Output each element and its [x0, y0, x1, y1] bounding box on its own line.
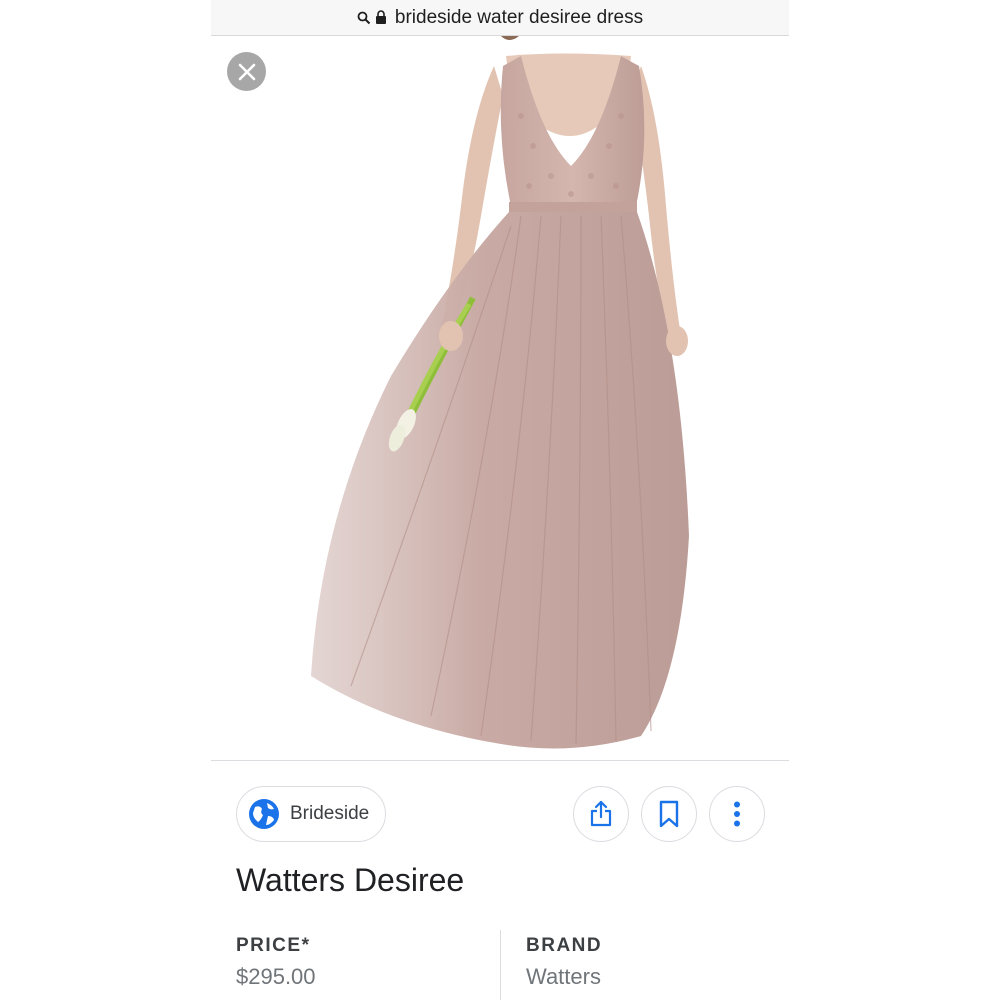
lock-icon [375, 10, 387, 25]
source-name: Brideside [290, 803, 370, 824]
close-button[interactable] [227, 52, 266, 91]
bookmark-icon [659, 800, 679, 828]
source-chip[interactable]: Brideside [236, 786, 387, 842]
close-icon [238, 63, 255, 80]
url-text: brideside water desiree dress [394, 6, 644, 28]
share-button[interactable] [573, 786, 629, 842]
search-icon [357, 11, 371, 25]
brand-value: Watters [526, 964, 601, 989]
product-title: Watters Desiree [236, 862, 465, 898]
address-bar[interactable]: brideside water desiree dress [211, 0, 789, 36]
more-options-button[interactable] [709, 786, 765, 842]
price-label: PRICE* [236, 935, 311, 956]
dress-photo [311, 36, 689, 749]
more-vertical-icon [734, 801, 740, 827]
brand-label: BRAND [526, 935, 603, 956]
product-image[interactable] [211, 36, 789, 761]
globe-icon [249, 799, 279, 829]
attribute-divider [500, 930, 501, 1000]
save-button[interactable] [641, 786, 697, 842]
google-image-result-panel: brideside water desiree dress Brideside … [211, 0, 789, 1000]
share-icon [590, 800, 612, 827]
price-value: $295.00 [236, 964, 316, 989]
